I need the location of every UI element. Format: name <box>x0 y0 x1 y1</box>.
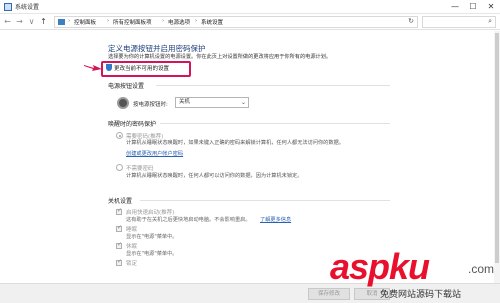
change-settings-link[interactable]: 更改当前不可用的设置 <box>106 64 190 75</box>
address-bar[interactable]: › 控制面板 › 所有控制面板项 › 电源选项 › 系统设置 ↻ <box>54 16 418 28</box>
address-row: ← → ∨ ↑ › 控制面板 › 所有控制面板项 › 电源选项 › 系统设置 ↻… <box>0 15 500 30</box>
divider <box>160 123 390 124</box>
fast-startup-checkbox[interactable] <box>116 207 122 215</box>
page-description: 选择要为你的计算机设置的电源设置。你在此页上对设置所做的更改将应用于你所有的电源… <box>108 54 332 60</box>
lock-title: 锁定 <box>126 261 138 267</box>
hibernate-checkbox[interactable] <box>116 241 122 249</box>
back-button[interactable]: ← <box>2 16 13 28</box>
refresh-icon[interactable]: ↻ <box>408 17 414 25</box>
page-title: 定义电源按钮并启用密码保护 <box>108 44 206 53</box>
minimize-button[interactable]: — <box>446 0 464 14</box>
watermark-tagline: 免费网站源码下载站 <box>380 290 462 300</box>
sleep-title: 睡眠 <box>126 227 138 233</box>
chevron-right-icon: › <box>107 18 110 24</box>
control-panel-icon <box>58 19 65 25</box>
shield-icon <box>106 64 112 71</box>
fast-startup-title: 启用快速启动(推荐) <box>126 210 175 216</box>
power-button-action-value: 关机 <box>179 99 191 105</box>
forward-button[interactable]: → <box>14 16 25 28</box>
close-button[interactable]: ✕ <box>482 0 500 14</box>
maximize-button[interactable]: ☐ <box>464 0 482 14</box>
recent-pages-button[interactable]: ∨ <box>26 16 37 28</box>
no-password-text: 计算机从睡眠状态唤醒时，任何人都可以访问你的数据，因为计算机未锁定。 <box>126 173 303 179</box>
sleep-checkbox[interactable] <box>116 224 122 232</box>
title-bar: 系统设置 — ☐ ✕ <box>0 0 500 14</box>
chevron-right-icon: › <box>195 18 198 24</box>
search-input[interactable]: ⌕ <box>422 16 496 28</box>
chevron-right-icon: › <box>162 18 165 24</box>
no-password-radio[interactable] <box>116 164 123 171</box>
power-button-settings-header: 电源按钮设置 <box>108 83 145 90</box>
scrollbar-thumb[interactable] <box>495 33 499 263</box>
change-settings-label: 更改当前不可用的设置 <box>114 66 170 72</box>
chevron-right-icon: › <box>68 18 71 24</box>
watermark-domain: .com <box>468 262 495 276</box>
watermark-logo: aspku <box>330 246 430 287</box>
watermark: aspku .com 免费网站源码下载站 <box>330 246 500 303</box>
arrow-icon <box>84 65 102 71</box>
shutdown-settings-header: 关机设置 <box>108 198 133 205</box>
wake-password-header: 唤醒时的密码保护 <box>108 121 157 128</box>
no-password-title: 不需要密码 <box>126 166 154 172</box>
control-panel-icon <box>4 3 12 11</box>
sleep-text: 显示在"电源"菜单中。 <box>126 234 178 240</box>
power-button-label: 按电源按钮时: <box>133 102 168 108</box>
require-password-title: 需要密码(推荐) <box>126 134 164 140</box>
breadcrumb-power-options[interactable]: 电源选项 <box>168 18 190 26</box>
power-icon <box>117 97 129 109</box>
power-button-action-select[interactable]: 关机 ⌄ <box>175 97 249 108</box>
window-title: 系统设置 <box>15 4 40 11</box>
fast-startup-text: 这有助于在关机之后更快地启动电脑。不会影响重启。 <box>126 217 251 223</box>
breadcrumb-system-settings[interactable]: 系统设置 <box>201 18 223 26</box>
divider <box>140 200 390 201</box>
create-password-link[interactable]: 创建或更改用户帐户密码 <box>126 150 183 157</box>
breadcrumb-control-panel[interactable]: 控制面板 <box>74 18 96 26</box>
search-icon: ⌕ <box>488 17 492 25</box>
divider <box>156 85 390 86</box>
hibernate-title: 休眠 <box>126 244 138 250</box>
require-password-radio[interactable] <box>116 132 123 139</box>
chevron-down-icon: ⌄ <box>240 99 246 106</box>
require-password-text: 计算机从睡眠状态唤醒时，如果未键入正确的密码来解锁计算机，任何人都无法访问你的数… <box>126 140 344 146</box>
breadcrumb-all-items[interactable]: 所有控制面板项 <box>113 18 152 26</box>
learn-more-link[interactable]: 了解更多信息 <box>260 216 291 223</box>
hibernate-text: 显示在"电源"菜单中。 <box>126 251 178 257</box>
up-button[interactable]: ↑ <box>38 16 49 28</box>
lock-checkbox[interactable] <box>116 258 122 266</box>
